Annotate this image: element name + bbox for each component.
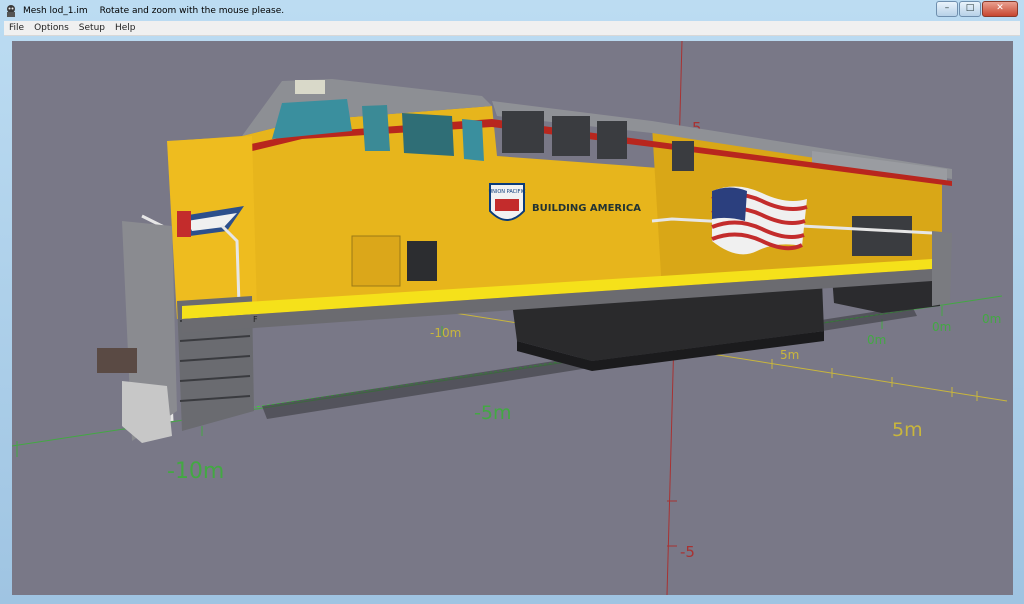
window-title: Mesh lod_1.im: [23, 5, 88, 16]
axis-label-right-far-b: 0m: [982, 312, 1001, 326]
app-icon: [4, 4, 18, 18]
menu-help[interactable]: Help: [110, 23, 141, 33]
locomotive-model[interactable]: UNION PACIFIC BUILDING AMERICA F: [97, 79, 952, 443]
shield-text: UNION PACIFIC: [489, 189, 526, 195]
menu-file[interactable]: File: [4, 23, 29, 33]
union-pacific-shield: UNION PACIFIC: [489, 183, 526, 221]
axis-label-left-near: -10m: [430, 326, 461, 340]
axis-label-right-near: 5m: [892, 419, 923, 441]
axis-label-right-mid-b: 0m: [867, 333, 886, 347]
axis-label-right-mid-a: 5m: [780, 348, 799, 362]
title-bar[interactable]: Mesh lod_1.im Rotate and zoom with the m…: [0, 0, 1024, 21]
side-letter: F: [253, 315, 258, 324]
axis-label-left-mid: -5m: [474, 402, 511, 424]
menu-bar: File Options Setup Help: [4, 21, 1020, 36]
menu-options[interactable]: Options: [29, 23, 74, 33]
window-controls: – □ ✕: [936, 1, 1018, 17]
axis-label-vertical-bottom: -5: [680, 543, 695, 561]
app-window: Mesh lod_1.im Rotate and zoom with the m…: [0, 0, 1024, 604]
minimize-button[interactable]: –: [936, 1, 958, 17]
close-button[interactable]: ✕: [982, 1, 1018, 17]
axis-label-right-far-a: 0m: [932, 320, 951, 334]
3d-viewport[interactable]: 5 -5 -10m -5m -10m 5m 5m 0m 0m 0m UNION …: [12, 41, 1013, 595]
axis-label-left-far: -10m: [167, 459, 224, 484]
scene-canvas[interactable]: 5 -5 -10m -5m -10m 5m 5m 0m 0m 0m UNION …: [12, 41, 1013, 595]
menu-setup[interactable]: Setup: [74, 23, 110, 33]
maximize-button[interactable]: □: [959, 1, 981, 17]
window-hint: Rotate and zoom with the mouse please.: [99, 5, 285, 16]
slogan-text: BUILDING AMERICA: [532, 203, 641, 214]
